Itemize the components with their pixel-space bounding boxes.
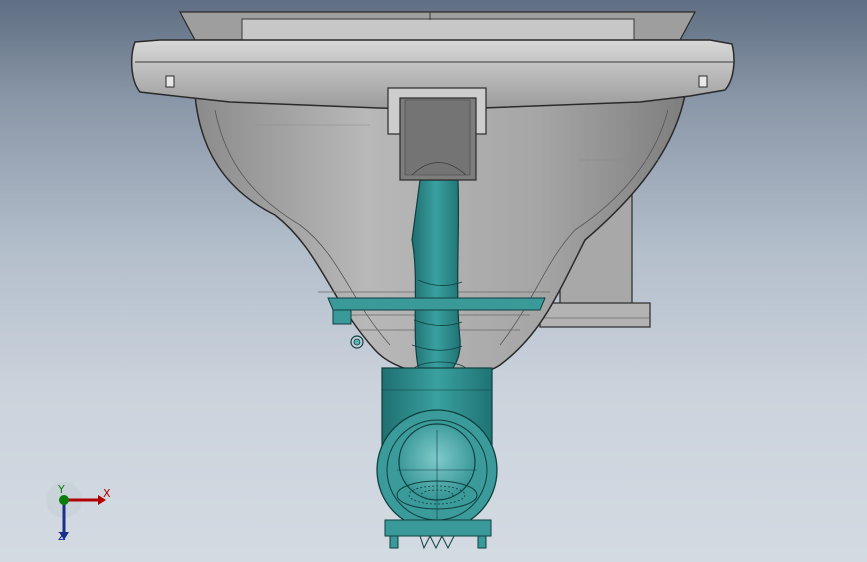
z-axis-label: Z	[58, 530, 66, 543]
impeller-housing[interactable]	[376, 409, 498, 531]
x-axis-label: X	[103, 487, 111, 500]
orientation-triad: X Y Z	[40, 478, 120, 548]
y-axis-label: Y	[58, 483, 65, 496]
y-axis-dot-icon	[59, 495, 69, 505]
center-clamp-block[interactable]	[387, 87, 487, 181]
cad-viewport[interactable]: X Y Z	[0, 0, 867, 562]
model-canvas[interactable]	[0, 0, 867, 562]
base-mount[interactable]	[384, 519, 492, 550]
